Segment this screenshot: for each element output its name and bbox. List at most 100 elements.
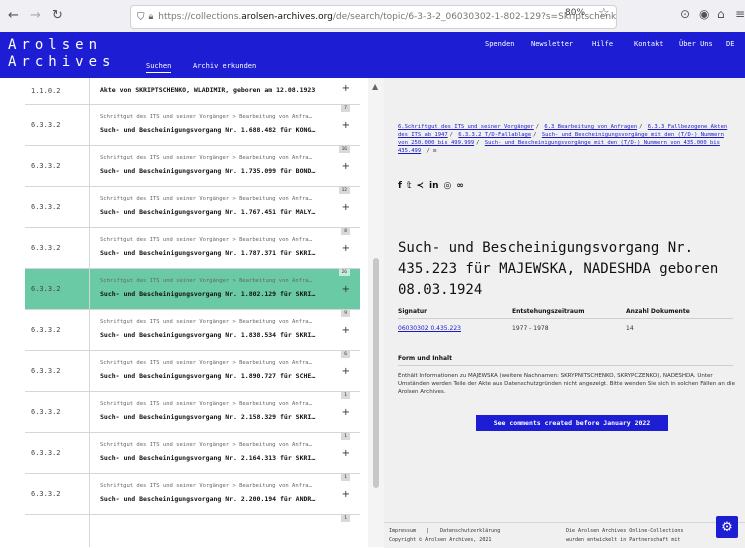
breadcrumb: 6.Schriftgut des ITS und seiner Vorgänge… — [398, 124, 728, 154]
expand-plus-icon[interactable]: + — [342, 366, 350, 377]
list-item[interactable]: 6.3.3.2 Schriftgut des ITS und seiner Vor… — [25, 392, 360, 433]
link-newsletter[interactable]: Newsletter — [531, 40, 573, 48]
list-item[interactable]: 6.3.3.2 Schriftgut des ITS und seiner Vor… — [25, 351, 360, 392]
whatsapp-icon[interactable]: ◎ — [444, 181, 452, 191]
link-kontakt[interactable]: Kontakt — [634, 40, 664, 48]
share-bar: f 𝕥 ≺ in ◎ ∞ — [398, 181, 464, 191]
scroll-up-icon[interactable]: ▲ — [372, 82, 378, 91]
breadcrumb-item[interactable]: 6.Schriftgut des ITS und seiner Vorgänge… — [398, 124, 534, 130]
document-count-badge: 1 — [341, 515, 350, 522]
zoom-level[interactable]: 80% — [565, 8, 585, 18]
share-icon[interactable]: ≺ — [416, 181, 424, 191]
nav-suchen[interactable]: Suchen — [146, 62, 172, 73]
anzahl-value: 14 — [626, 325, 634, 332]
list-item[interactable]: 6.3.3.2 Schriftgut des ITS und seiner Vor… — [25, 105, 360, 146]
list-item[interactable]: 6.3.3.2 Schriftgut des ITS und seiner Vor… — [25, 269, 360, 310]
detail-panel: 6.Schriftgut des ITS und seiner Vorgänge… — [384, 78, 745, 547]
twitter-icon[interactable]: 𝕥 — [407, 181, 412, 191]
expand-plus-icon[interactable]: + — [342, 448, 350, 459]
list-item[interactable]: 1.1.0.2 Akte von SKRIPTSCHENKO, WLADIMIR,… — [25, 78, 360, 105]
row-signatur: 6.3.3.2 — [25, 187, 90, 227]
row-signatur — [25, 515, 90, 547]
link-spenden[interactable]: Spenden — [485, 40, 515, 48]
expand-plus-icon[interactable]: + — [342, 161, 350, 172]
document-count-badge: 16 — [338, 146, 350, 153]
row-body: Schriftgut des ITS und seiner Vorgänger … — [90, 269, 360, 309]
link-ueber-uns[interactable]: Über Uns — [679, 40, 713, 48]
logo-line-1[interactable]: Arolsen — [8, 37, 102, 53]
row-body: Schriftgut des ITS und seiner Vorgänger … — [90, 187, 360, 227]
breadcrumb-end[interactable]: / ⊡ — [427, 148, 437, 154]
link-icon[interactable]: ∞ — [456, 181, 464, 191]
row-body: Schriftgut des ITS und seiner Vorgänger … — [90, 351, 360, 391]
breadcrumb-item[interactable]: 6.3 Bearbeitung von Anfragen — [544, 124, 637, 130]
row-title[interactable]: Such- und Bescheinigungsvorgang Nr. 1.78… — [100, 249, 315, 257]
settings-gear-icon[interactable]: ⚙ — [716, 516, 738, 538]
back-icon[interactable]: ← — [8, 8, 19, 23]
list-item[interactable]: 6.3.3.2 Schriftgut des ITS und seiner Vor… — [25, 310, 360, 351]
facebook-icon[interactable]: f — [398, 181, 402, 191]
row-title[interactable]: Such- und Bescheinigungsvorgang Nr. 2.16… — [100, 454, 315, 462]
expand-plus-icon[interactable]: + — [342, 325, 350, 336]
row-title[interactable]: Such- und Bescheinigungsvorgang Nr. 1.76… — [100, 208, 315, 216]
row-signatur: 1.1.0.2 — [25, 78, 90, 104]
footer-separator: | — [426, 528, 430, 534]
url-host: arolsen-archives.org — [241, 12, 333, 22]
meta-header-zeitraum: Entstehungszeitraum — [512, 308, 585, 315]
nav-archiv-erkunden[interactable]: Archiv erkunden — [193, 62, 256, 70]
expand-plus-icon[interactable]: + — [342, 83, 350, 94]
row-title[interactable]: Such- und Bescheinigungsvorgang Nr. 2.20… — [100, 495, 315, 503]
pocket-icon[interactable]: ⊙ — [680, 7, 690, 21]
reload-icon[interactable]: ↻ — [52, 8, 63, 23]
linkedin-icon[interactable]: in — [429, 181, 439, 191]
datenschutz-link[interactable]: Datenschutzerklärung — [440, 528, 500, 535]
bookmark-star-icon[interactable]: ☆ — [598, 6, 610, 21]
row-title[interactable]: Such- und Bescheinigungsvorgang Nr. 1.68… — [100, 126, 315, 134]
menu-icon[interactable]: ≡ — [735, 7, 745, 21]
impressum-link[interactable]: Impressum — [389, 528, 416, 535]
expand-plus-icon[interactable]: + — [342, 120, 350, 131]
divider — [398, 318, 733, 319]
site-header: Arolsen Archives Suchen Archiv erkunden … — [0, 32, 745, 78]
row-body: Schriftgut des ITS und seiner Vorgänger … — [90, 228, 360, 268]
expand-plus-icon[interactable]: + — [342, 202, 350, 213]
extensions-icon[interactable]: ⌂ — [717, 7, 725, 21]
lock-icon: 🔒︎ — [148, 12, 154, 22]
forward-icon[interactable]: → — [30, 8, 41, 23]
list-item[interactable]: 6.3.3.2 Schriftgut des ITS und seiner Vor… — [25, 474, 360, 515]
list-item[interactable]: 6.3.3.2 Schriftgut des ITS und seiner Vor… — [25, 187, 360, 228]
signatur-link[interactable]: 06030302 0.435.223 — [398, 325, 461, 332]
row-path: Schriftgut des ITS und seiner Vorgänger … — [100, 196, 312, 202]
row-title[interactable]: Such- und Bescheinigungsvorgang Nr. 1.73… — [100, 167, 315, 175]
logo-line-2[interactable]: Archives — [8, 54, 115, 70]
language-selector[interactable]: DE — [726, 40, 734, 48]
row-signatur: 6.3.3.2 — [25, 146, 90, 186]
expand-plus-icon[interactable]: + — [342, 284, 350, 295]
list-item[interactable]: 1 — [25, 515, 360, 547]
row-signatur: 6.3.3.2 — [25, 433, 90, 473]
expand-plus-icon[interactable]: + — [342, 489, 350, 500]
row-signatur: 6.3.3.2 — [25, 474, 90, 514]
list-item[interactable]: 6.3.3.2 Schriftgut des ITS und seiner Vor… — [25, 228, 360, 269]
row-path: Schriftgut des ITS und seiner Vorgänger … — [100, 401, 312, 407]
list-item[interactable]: 6.3.3.2 Schriftgut des ITS und seiner Vor… — [25, 433, 360, 474]
see-comments-button[interactable]: See comments created before January 2022 — [476, 415, 668, 431]
link-hilfe[interactable]: Hilfe — [592, 40, 613, 48]
row-title[interactable]: Akte von SKRIPTSCHENKO, WLADIMIR, gebore… — [100, 86, 315, 94]
row-title[interactable]: Such- und Bescheinigungsvorgang Nr. 1.80… — [100, 290, 315, 298]
expand-plus-icon[interactable]: + — [342, 407, 350, 418]
record-title: Such- und Bescheinigungsvorgang Nr. 435.… — [398, 240, 719, 298]
document-count-badge: 6 — [341, 351, 350, 358]
address-bar[interactable]: ⛉ 🔒︎ https://collections. arolsen-archive… — [130, 5, 617, 29]
scroll-thumb[interactable] — [373, 258, 379, 488]
breadcrumb-item[interactable]: 6.3.3.2 T/D-Fallablage — [458, 132, 531, 138]
list-item[interactable]: 6.3.3.2 Schriftgut des ITS und seiner Vor… — [25, 146, 360, 187]
row-title[interactable]: Such- und Bescheinigungsvorgang Nr. 2.15… — [100, 413, 315, 421]
list-scrollbar[interactable]: ▲ — [368, 78, 384, 547]
expand-plus-icon[interactable]: + — [342, 243, 350, 254]
document-count-badge: 1 — [341, 433, 350, 440]
document-count-badge: 1 — [341, 474, 350, 481]
account-icon[interactable]: ◉ — [699, 7, 709, 21]
row-title[interactable]: Such- und Bescheinigungsvorgang Nr. 1.83… — [100, 331, 315, 339]
row-title[interactable]: Such- und Bescheinigungsvorgang Nr. 1.89… — [100, 372, 315, 380]
